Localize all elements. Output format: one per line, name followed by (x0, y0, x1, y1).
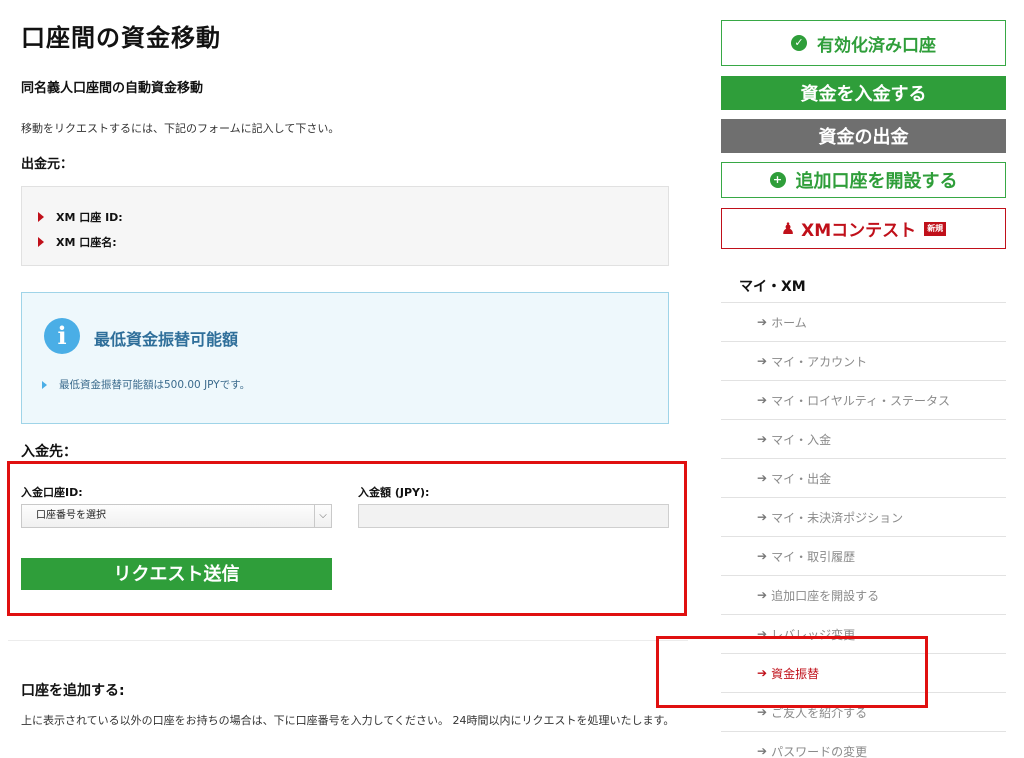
info-text: 最低資金振替可能額は500.00 JPYです。 (59, 379, 251, 391)
verified-account-button[interactable]: ✓ 有効化済み口座 (721, 20, 1006, 66)
sidebar-item-my-deposit[interactable]: ➔ マイ・入金 (721, 420, 1006, 459)
amount-input[interactable] (358, 504, 669, 528)
sidebar-item-label: 追加口座を開設する (771, 588, 880, 603)
sidebar-item-refer-friend[interactable]: ➔ ご友人を紹介する (721, 693, 1006, 732)
sidebar-item-label: マイ・未決済ポジション (771, 510, 904, 525)
open-additional-account-label: 追加口座を開設する (795, 171, 958, 192)
highlight-frame-form (7, 461, 687, 616)
bullet-arrow-icon (38, 237, 44, 247)
sidebar-item-label: レバレッジ変更 (771, 627, 856, 642)
add-account-text: 上に表示されている以外の口座をお持ちの場合は、下に口座番号を入力してください。 … (21, 714, 675, 727)
withdraw-button[interactable]: 資金の出金 (721, 119, 1006, 153)
sidebar-item-open-positions[interactable]: ➔ マイ・未決済ポジション (721, 498, 1006, 537)
arrow-right-icon: ➔ (757, 354, 768, 368)
sidebar-item-loyalty-status[interactable]: ➔ マイ・ロイヤルティ・ステータス (721, 381, 1006, 420)
sidebar-item-label: マイ・ロイヤルティ・ステータス (771, 393, 950, 408)
from-account-name-row: XM 口座名: (38, 234, 117, 250)
min-transfer-info-box: i 最低資金振替可能額 最低資金振替可能額は500.00 JPYです。 (21, 292, 669, 424)
arrow-right-icon: ➔ (757, 666, 768, 680)
sidebar-item-label: 資金振替 (771, 666, 820, 681)
arrow-right-icon: ➔ (757, 627, 768, 641)
main-content: 口座間の資金移動 同名義人口座間の自動資金移動 移動をリクエストするには、下記の… (0, 0, 700, 758)
arrow-right-icon: ➔ (757, 549, 768, 563)
sidebar-item-label: ホーム (771, 315, 807, 330)
arrow-right-icon: ➔ (757, 705, 768, 719)
sidebar-item-trade-history[interactable]: ➔ マイ・取引履歴 (721, 537, 1006, 576)
sidebar-item-my-account[interactable]: ➔ マイ・アカウント (721, 342, 1006, 381)
new-badge: 新規 (924, 221, 947, 236)
divider (8, 640, 688, 641)
sidebar-item-my-withdrawal[interactable]: ➔ マイ・出金 (721, 459, 1006, 498)
from-account-name-label: XM 口座名: (56, 236, 117, 249)
to-account-id-label: 入金口座ID: (21, 486, 83, 499)
page-title: 口座間の資金移動 (21, 24, 221, 52)
bullet-arrow-icon (42, 380, 47, 389)
xm-contest-button[interactable]: ♟ XMコンテスト 新規 (721, 208, 1006, 249)
sidebar-item-home[interactable]: ➔ ホーム (721, 303, 1006, 342)
arrow-right-icon: ➔ (757, 744, 768, 758)
my-xm-section-title: マイ・XM (739, 279, 806, 295)
deposit-button[interactable]: 資金を入金する (721, 76, 1006, 110)
xm-contest-label: XMコンテスト (801, 221, 917, 241)
check-circle-icon: ✓ (791, 35, 807, 51)
sidebar-item-label: マイ・取引履歴 (771, 549, 856, 564)
arrow-right-icon: ➔ (757, 510, 768, 524)
from-account-box: XM 口座 ID: XM 口座名: (21, 186, 669, 266)
plus-circle-icon: + (769, 172, 786, 188)
to-account-select[interactable]: 口座番号を選択 ⌵ (21, 504, 332, 528)
to-section-label: 入金先： (21, 444, 77, 460)
sidebar-item-label: マイ・出金 (771, 471, 832, 486)
arrow-right-icon: ➔ (757, 588, 768, 602)
submit-request-button[interactable]: リクエスト送信 (21, 558, 332, 590)
from-section-label: 出金元： (21, 157, 74, 172)
info-row: 最低資金振替可能額は500.00 JPYです。 (42, 377, 250, 392)
sidebar-item-leverage-change[interactable]: ➔ レバレッジ変更 (721, 615, 1006, 654)
sidebar-nav: ➔ ホーム ➔ マイ・アカウント ➔ マイ・ロイヤルティ・ステータス ➔ マイ・入金 ➔… (721, 302, 1006, 758)
arrow-right-icon: ➔ (757, 315, 768, 329)
sidebar-item-label: マイ・アカウント (771, 354, 868, 369)
add-account-title: 口座を追加する: (21, 683, 125, 699)
from-account-id-label: XM 口座 ID: (56, 211, 123, 224)
info-icon: i (44, 318, 80, 354)
page-subtitle: 同名義人口座間の自動資金移動 (21, 81, 204, 96)
arrow-right-icon: ➔ (757, 432, 768, 446)
chevron-down-icon[interactable]: ⌵ (314, 505, 331, 527)
info-title: 最低資金振替可能額 (94, 330, 239, 349)
intro-text: 移動をリクエストするには、下記のフォームに記入して下さい。 (21, 122, 340, 135)
from-account-id-row: XM 口座 ID: (38, 209, 123, 225)
sidebar-item-fund-transfer[interactable]: ➔ 資金振替 (721, 654, 1006, 693)
to-account-select-value: 口座番号を選択 (36, 510, 106, 521)
trophy-icon: ♟ (780, 219, 796, 238)
sidebar-item-open-additional-account[interactable]: ➔ 追加口座を開設する (721, 576, 1006, 615)
amount-label: 入金額 (JPY): (358, 486, 430, 499)
sidebar-item-label: マイ・入金 (771, 432, 832, 447)
open-additional-account-button[interactable]: + 追加口座を開設する (721, 162, 1006, 198)
arrow-right-icon: ➔ (757, 393, 768, 407)
sidebar-item-change-password[interactable]: ➔ パスワードの変更 (721, 732, 1006, 758)
sidebar-item-label: ご友人を紹介する (771, 705, 868, 720)
bullet-arrow-icon (38, 212, 44, 222)
verified-account-label: 有効化済み口座 (817, 35, 936, 56)
sidebar-item-label: パスワードの変更 (771, 744, 868, 758)
arrow-right-icon: ➔ (757, 471, 768, 485)
